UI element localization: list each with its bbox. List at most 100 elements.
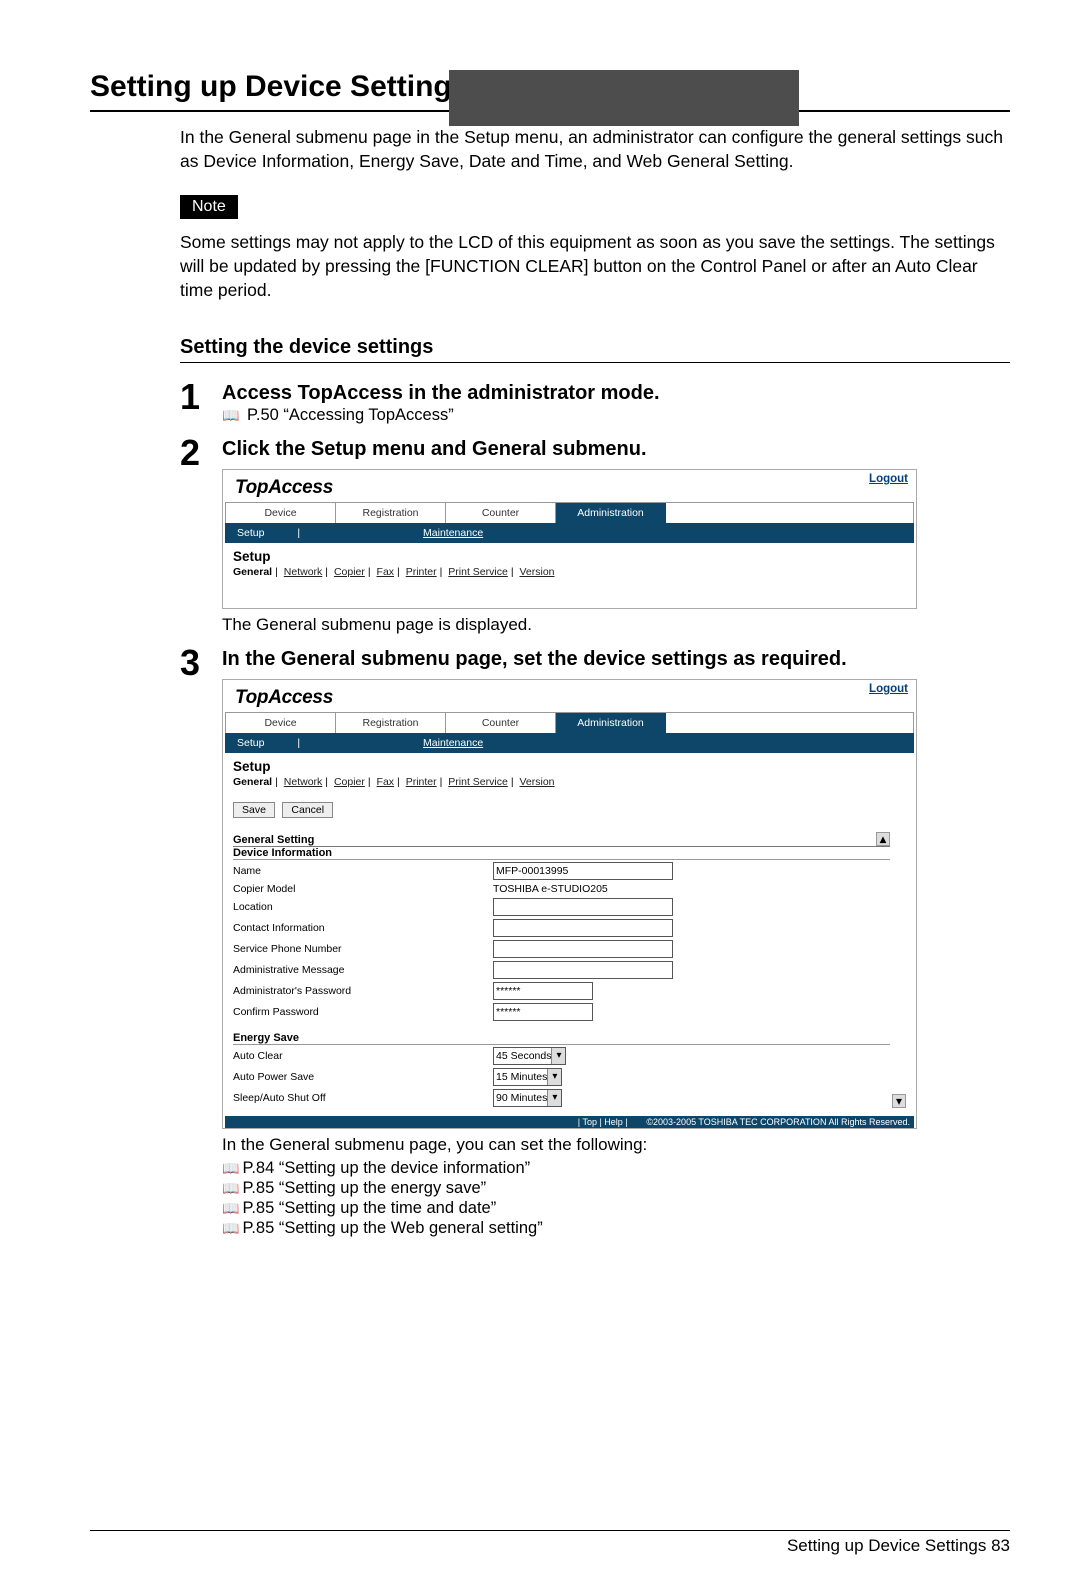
sublink-printer[interactable]: Printer (406, 566, 437, 578)
topaccess-logo: TopAccess (223, 680, 916, 709)
content-head: Setup (233, 549, 906, 564)
admpwd-field[interactable]: ****** (493, 982, 593, 1000)
tab2-maintenance[interactable]: Maintenance (423, 527, 483, 539)
sublink-printservice[interactable]: Print Service (448, 776, 508, 788)
screenshot-step3: TopAccess Logout Device Registration Cou… (222, 679, 917, 1129)
sublinks-row: General| Network| Copier| Fax| Printer| … (233, 566, 906, 578)
step-1-ref-text: P.50 “Accessing TopAccess” (247, 406, 454, 424)
sublink-fax[interactable]: Fax (377, 566, 395, 578)
sub-tab-row: Setup | Maintenance (225, 523, 914, 543)
energy-save-head: Energy Save (233, 1032, 890, 1045)
sublinks-row: General| Network| Copier| Fax| Printer| … (233, 776, 906, 788)
book-icon: 📖 (222, 407, 239, 423)
sublink-general[interactable]: General (233, 566, 272, 578)
service-field[interactable] (493, 940, 673, 958)
step-number: 2 (180, 435, 222, 635)
content-head: Setup (233, 759, 906, 774)
autoclear-label: Auto Clear (233, 1050, 493, 1062)
sublink-printer[interactable]: Printer (406, 776, 437, 788)
confpwd-field[interactable]: ****** (493, 1003, 593, 1021)
book-icon: 📖 (222, 1220, 239, 1236)
step-1-title: Access TopAccess in the administrator mo… (222, 381, 1010, 405)
step-number: 3 (180, 645, 222, 1238)
section-subhead: Setting the device settings (180, 336, 1010, 359)
contact-field[interactable] (493, 919, 673, 937)
ref-1: 📖P.84 “Setting up the device information… (222, 1159, 1010, 1178)
step-3-desc: In the General submenu page, you can set… (222, 1135, 1010, 1155)
autopower-select[interactable]: 15 Minutes (493, 1068, 562, 1086)
admmsg-label: Administrative Message (233, 964, 493, 976)
cancel-button[interactable]: Cancel (282, 802, 333, 818)
note-badge: Note (180, 195, 238, 219)
name-field[interactable]: MFP-00013995 (493, 862, 673, 880)
ref-4: 📖P.85 “Setting up the Web general settin… (222, 1219, 1010, 1238)
save-button[interactable]: Save (233, 802, 275, 818)
sublink-fax[interactable]: Fax (377, 776, 395, 788)
contact-label: Contact Information (233, 922, 493, 934)
sublink-general[interactable]: General (233, 776, 272, 788)
tab-administration[interactable]: Administration (556, 503, 666, 523)
tab-registration[interactable]: Registration (336, 503, 446, 523)
subhead-rule (180, 362, 1010, 363)
sublink-network[interactable]: Network (284, 566, 323, 578)
screenshot-step2: TopAccess Logout Device Registration Cou… (222, 469, 917, 609)
general-setting-head: General Setting ▴ (233, 834, 890, 847)
step-1-ref: 📖 P.50 “Accessing TopAccess” (222, 406, 1010, 425)
sublink-network[interactable]: Network (284, 776, 323, 788)
sub-tab-row: Setup | Maintenance (225, 733, 914, 753)
ref-2: 📖P.85 “Setting up the energy save” (222, 1179, 1010, 1198)
confpwd-label: Confirm Password (233, 1006, 493, 1018)
location-label: Location (233, 901, 493, 913)
step-1: 1 Access TopAccess in the administrator … (180, 379, 1010, 425)
tab-device[interactable]: Device (226, 713, 336, 733)
footer-copyright: ©2003-2005 TOSHIBA TEC CORPORATION All R… (646, 1117, 910, 1127)
main-tabs: Device Registration Counter Administrati… (225, 502, 914, 523)
header-gray-block (449, 70, 799, 126)
tab2-setup[interactable]: Setup (237, 737, 264, 749)
main-tabs: Device Registration Counter Administrati… (225, 712, 914, 733)
autopower-label: Auto Power Save (233, 1071, 493, 1083)
step-3-title: In the General submenu page, set the dev… (222, 647, 1010, 671)
autoclear-select[interactable]: 45 Seconds (493, 1047, 566, 1065)
sublink-copier[interactable]: Copier (334, 776, 365, 788)
service-label: Service Phone Number (233, 943, 493, 955)
tab-counter[interactable]: Counter (446, 713, 556, 733)
tab-counter[interactable]: Counter (446, 503, 556, 523)
device-info-head: Device Information (233, 847, 890, 860)
step-2-desc: The General submenu page is displayed. (222, 615, 1010, 635)
tab-device[interactable]: Device (226, 503, 336, 523)
footer-links[interactable]: | Top | Help | (578, 1117, 628, 1127)
step-2: 2 Click the Setup menu and General subme… (180, 435, 1010, 635)
sleep-label: Sleep/Auto Shut Off (233, 1092, 493, 1104)
sublink-version[interactable]: Version (519, 566, 554, 578)
book-icon: 📖 (222, 1160, 239, 1176)
step-3: 3 In the General submenu page, set the d… (180, 645, 1010, 1238)
book-icon: 📖 (222, 1180, 239, 1196)
topaccess-logo: TopAccess (223, 470, 916, 499)
note-body: Some settings may not apply to the LCD o… (180, 231, 1010, 302)
logout-link[interactable]: Logout (869, 683, 908, 695)
step-2-title: Click the Setup menu and General submenu… (222, 437, 1010, 461)
sublink-printservice[interactable]: Print Service (448, 566, 508, 578)
screenshot-footer: | Top | Help | ©2003-2005 TOSHIBA TEC CO… (225, 1116, 914, 1128)
sublink-version[interactable]: Version (519, 776, 554, 788)
tab-registration[interactable]: Registration (336, 713, 446, 733)
tab2-setup[interactable]: Setup (237, 527, 264, 539)
book-icon: 📖 (222, 1200, 239, 1216)
ref-3: 📖P.85 “Setting up the time and date” (222, 1199, 1010, 1218)
sleep-select[interactable]: 90 Minutes (493, 1089, 562, 1107)
location-field[interactable] (493, 898, 673, 916)
scroll-up-icon[interactable]: ▴ (876, 832, 890, 846)
step-number: 1 (180, 379, 222, 425)
tab-administration[interactable]: Administration (556, 713, 666, 733)
scroll-down-icon[interactable]: ▾ (892, 1094, 906, 1108)
model-value: TOSHIBA e-STUDIO205 (493, 883, 608, 895)
admmsg-field[interactable] (493, 961, 673, 979)
tab2-maintenance[interactable]: Maintenance (423, 737, 483, 749)
admpwd-label: Administrator's Password (233, 985, 493, 997)
sublink-copier[interactable]: Copier (334, 566, 365, 578)
logout-link[interactable]: Logout (869, 473, 908, 485)
name-label: Name (233, 865, 493, 877)
model-label: Copier Model (233, 883, 493, 895)
intro-text: In the General submenu page in the Setup… (180, 126, 1010, 173)
